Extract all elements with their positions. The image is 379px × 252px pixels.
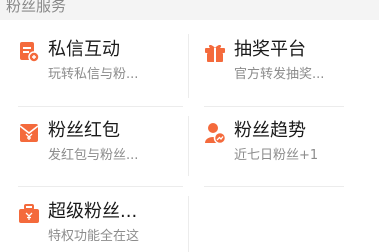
wallet-icon (18, 203, 40, 225)
column-divider (188, 196, 189, 252)
section-title: 粉丝服务 (6, 0, 67, 15)
service-item-title: 粉丝红包 (48, 120, 120, 141)
fan-services-card: 私信互动 玩转私信与粉... 抽奖平台 官方转发抽奖... 粉丝红包 发红包与粉 (0, 20, 379, 252)
column-divider (188, 34, 189, 98)
user-trend-icon (204, 122, 227, 145)
gift-icon (204, 41, 226, 63)
service-item-private-message[interactable]: 私信互动 玩转私信与粉... (18, 39, 188, 101)
service-item-fan-red-envelope[interactable]: 粉丝红包 发红包与粉丝... (18, 120, 188, 182)
service-item-title: 私信互动 (48, 39, 120, 60)
message-doc-icon (18, 41, 40, 63)
service-item-super-fans[interactable]: 超级粉丝... 特权功能全在这 (18, 201, 188, 252)
service-item-lottery-platform[interactable]: 抽奖平台 官方转发抽奖... (204, 39, 374, 101)
row-divider (204, 106, 344, 107)
service-item-fan-trend[interactable]: 粉丝趋势 近七日粉丝+1 (204, 120, 374, 182)
section-header: 粉丝服务 (0, 0, 379, 20)
red-envelope-icon (18, 122, 40, 144)
service-item-subtitle: 玩转私信与粉... (48, 67, 139, 82)
service-item-subtitle: 发红包与粉丝... (48, 148, 139, 163)
service-item-title: 粉丝趋势 (234, 120, 306, 141)
column-divider (188, 116, 189, 176)
service-item-subtitle: 官方转发抽奖... (234, 67, 325, 82)
service-item-title: 抽奖平台 (234, 39, 306, 60)
row-divider (18, 106, 183, 107)
row-divider (204, 186, 344, 187)
row-divider (18, 186, 183, 187)
service-item-subtitle: 特权功能全在这 (48, 229, 140, 244)
service-item-title: 超级粉丝... (48, 201, 138, 222)
service-item-subtitle: 近七日粉丝+1 (234, 148, 319, 163)
